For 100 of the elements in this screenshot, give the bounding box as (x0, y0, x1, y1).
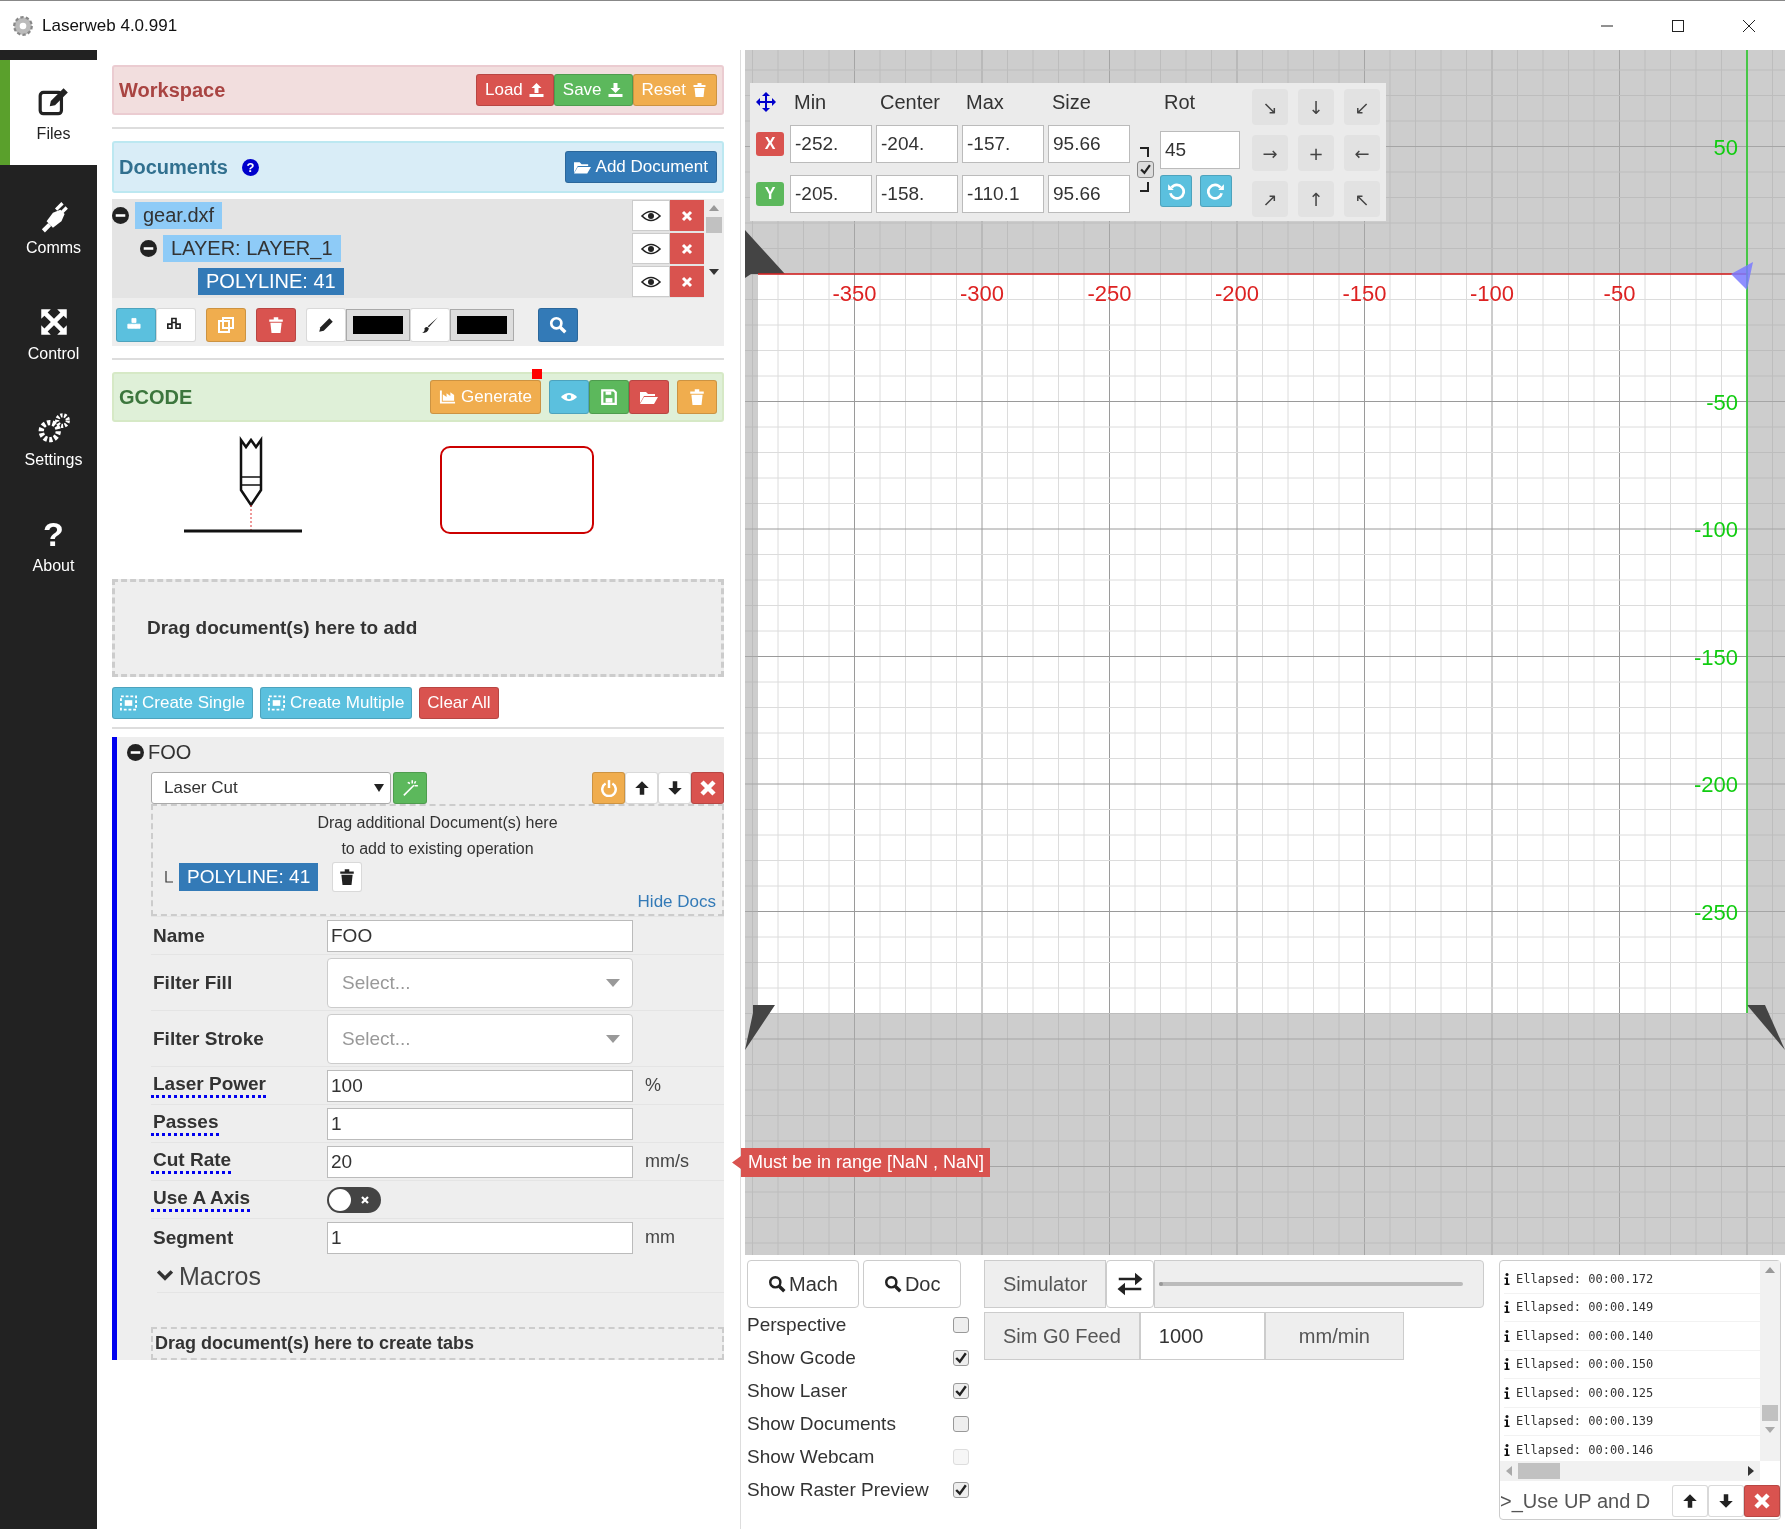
document-name[interactable]: LAYER: LAYER_1 (163, 235, 341, 262)
checkbox[interactable] (953, 1481, 969, 1498)
sidebar-item[interactable]: Control (0, 291, 97, 377)
visibility-button[interactable] (632, 200, 670, 231)
checkbox[interactable] (953, 1415, 969, 1432)
caret-icon (374, 784, 384, 792)
document-chip[interactable]: POLYLINE: 41 (179, 863, 319, 891)
jog-button[interactable]: ↓ (1298, 89, 1334, 125)
folder-icon[interactable] (629, 380, 669, 414)
axis-label: -100 (1470, 281, 1514, 306)
jog-button[interactable]: + (1298, 135, 1334, 171)
hide-docs-link[interactable]: Hide Docs (159, 892, 716, 912)
axis-label: -150 (1693, 644, 1738, 670)
operation-button[interactable]: Clear All (419, 687, 499, 719)
trash-icon[interactable] (332, 862, 363, 892)
eye-icon (641, 209, 661, 222)
rotate-left-icon[interactable] (1160, 175, 1192, 208)
remove-button[interactable] (670, 266, 704, 297)
visibility-button[interactable] (632, 233, 670, 264)
jog-button[interactable]: → (1252, 135, 1288, 171)
macros-toggle[interactable]: Macros (179, 1261, 261, 1291)
eye-icon[interactable] (549, 380, 589, 414)
document-name[interactable]: gear.dxf (135, 202, 223, 229)
text-field[interactable]: 1 (327, 1107, 633, 1140)
text-field[interactable]: 100 (327, 1069, 633, 1102)
tabs-drop-zone[interactable]: Drag document(s) here to create tabs (151, 1327, 724, 1360)
tree-row[interactable]: gear.dxf (112, 199, 704, 232)
checkbox[interactable] (953, 1382, 969, 1399)
copy-icon[interactable] (206, 308, 246, 342)
brush-icon[interactable] (410, 308, 450, 342)
column-header: Rot (1163, 90, 1197, 114)
log-line: Ellapsed: 00:00.125 (1516, 1385, 1654, 1400)
rotation-field[interactable]: 45 (1160, 131, 1240, 170)
toggle-switch[interactable] (327, 1186, 381, 1213)
scrollbar[interactable] (1500, 1461, 1760, 1481)
search-icon[interactable] (538, 308, 578, 342)
collapse-icon[interactable] (127, 744, 144, 761)
log-line: Ellapsed: 00:00.149 (1516, 1300, 1654, 1315)
drop-zone[interactable]: Drag document(s) here to add (112, 579, 724, 677)
coordinate-field[interactable]: -205. (790, 175, 872, 214)
checkbox[interactable] (953, 1316, 969, 1333)
coordinate-field[interactable]: 95.66 (1048, 175, 1130, 214)
jog-button[interactable]: ↖ (1344, 181, 1380, 217)
jog-button[interactable]: ↗ (1252, 181, 1288, 217)
add-document-button[interactable]: Add Document (564, 151, 717, 183)
sidebar-item[interactable]: Settings (0, 397, 97, 483)
jog-button[interactable]: ↘ (1252, 89, 1288, 125)
chevron-down-icon[interactable] (157, 1270, 173, 1282)
checkbox[interactable] (953, 1349, 969, 1366)
close-icon[interactable] (1741, 17, 1757, 34)
document-name[interactable]: POLYLINE: 41 (198, 268, 344, 295)
column-header: Size (1051, 90, 1092, 114)
remove-button[interactable] (670, 200, 704, 231)
visibility-button[interactable] (632, 266, 670, 297)
cubes-icon[interactable] (156, 308, 196, 342)
swap-icon[interactable] (1106, 1260, 1155, 1308)
jog-button[interactable]: ← (1344, 135, 1380, 171)
text-field[interactable]: FOO (327, 919, 633, 952)
aspect-lock-checkbox[interactable] (1136, 160, 1154, 178)
delete-icon[interactable] (691, 772, 724, 804)
coordinate-field[interactable]: -204. (876, 125, 958, 164)
option-label: Show Raster Preview (747, 1478, 929, 1501)
sidebar-item[interactable]: Files (0, 60, 97, 165)
tree-row[interactable]: POLYLINE: 41 (112, 265, 704, 298)
coordinate-field[interactable]: -157. (962, 125, 1044, 164)
zoom-fit-button[interactable]: Mach (747, 1260, 859, 1308)
maximize-icon[interactable] (1670, 17, 1686, 34)
save-icon[interactable] (589, 380, 629, 414)
bracket-icon (1140, 181, 1150, 192)
collapse-icon[interactable] (112, 207, 129, 224)
load-button[interactable]: Load (476, 74, 554, 106)
clear-icon[interactable] (1744, 1485, 1780, 1517)
text-field[interactable]: 20 (327, 1145, 633, 1178)
coordinate-field[interactable]: -158. (876, 175, 958, 214)
zoom-fit-button[interactable]: Doc (862, 1260, 962, 1308)
pencil-icon[interactable] (306, 308, 346, 342)
simulator-slider[interactable] (1154, 1260, 1484, 1308)
axis-badge: X (756, 132, 784, 157)
coordinate-field[interactable]: 95.66 (1048, 125, 1130, 164)
search-icon (768, 1275, 786, 1293)
text-field[interactable]: 1 (327, 1221, 633, 1254)
jog-button[interactable]: ↑ (1298, 181, 1334, 217)
axis-label: -50 (1603, 281, 1636, 306)
operation-documents-area[interactable]: Drag additional Document(s) here to add to existing operation POLYLINE: 41 Hide Docs (151, 804, 724, 916)
coordinate-field[interactable]: -252. (790, 125, 872, 164)
operation-type-select[interactable]: Laser Cut (151, 772, 391, 804)
sidebar-item[interactable]: Comms (0, 185, 97, 271)
wand-icon[interactable] (393, 772, 427, 804)
collapse-icon[interactable] (140, 240, 157, 257)
remove-button[interactable] (670, 233, 704, 264)
scrollbar[interactable] (1760, 1261, 1780, 1461)
sidebar-item[interactable]: ? About (0, 503, 97, 589)
stroke-color-swatch[interactable] (346, 309, 410, 341)
feed-field[interactable]: 1000 (1139, 1312, 1265, 1360)
coordinate-field[interactable]: -110.1 (962, 175, 1044, 214)
tree-row[interactable]: LAYER: LAYER_1 (112, 232, 704, 265)
fill-color-swatch[interactable] (450, 309, 514, 341)
rotate-right-icon[interactable] (1200, 175, 1232, 208)
help-icon[interactable]: ? (241, 158, 259, 176)
jog-button[interactable]: ↙ (1344, 89, 1380, 125)
